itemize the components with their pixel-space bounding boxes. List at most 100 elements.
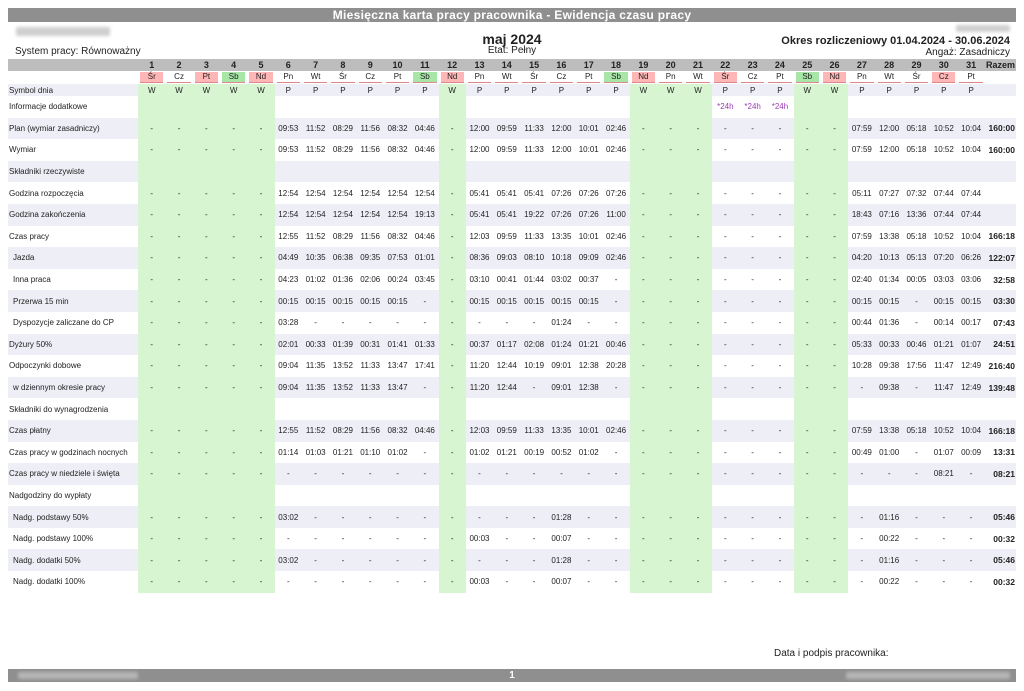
table-cell: 02:46: [606, 231, 627, 241]
table-cell: 10:01: [578, 145, 599, 155]
table-cell: 17:56: [906, 361, 927, 371]
row-total: 00:32: [993, 533, 1015, 544]
table-cell: -: [629, 117, 658, 140]
row-label: Czas pracy: [9, 231, 50, 241]
table-cell: -: [766, 117, 794, 140]
table-cell: -: [793, 139, 821, 161]
table-cell: -: [247, 247, 275, 269]
table-cell: -: [247, 441, 275, 464]
table-cell: -: [575, 506, 603, 528]
table-cell: -: [575, 463, 603, 485]
table-cell: [465, 160, 494, 183]
table-cell: -: [423, 318, 427, 328]
table-cell: -: [793, 203, 821, 226]
table-cell: -: [766, 506, 794, 528]
table-cell: 09:04: [278, 361, 299, 371]
table-cell: [493, 160, 521, 183]
weekday-label: Cz: [358, 72, 382, 83]
table-cell: -: [629, 290, 658, 312]
table-cell: -: [247, 419, 275, 442]
table-cell: 01:16: [875, 506, 903, 528]
table-cell: 07:53: [383, 247, 412, 269]
table-cell: -: [711, 463, 739, 485]
table-cell: -: [711, 376, 739, 399]
table-cell: 11:56: [356, 117, 384, 140]
table-cell: -: [657, 225, 685, 248]
table-cell: -: [793, 225, 821, 248]
table-cell: -: [751, 534, 754, 544]
table-cell: 08:32: [387, 231, 408, 241]
weekday-label: Cz: [549, 72, 574, 83]
table-cell: -: [684, 268, 712, 291]
table-cell: 03:02: [274, 506, 302, 528]
table-cell: 12:00: [469, 145, 490, 155]
table-cell: 07:59: [851, 145, 872, 155]
redacted-footer-left: [18, 672, 138, 679]
table-cell: -: [778, 577, 782, 587]
table-cell: -: [684, 290, 712, 312]
table-cell: [547, 160, 576, 183]
table-cell: -: [438, 506, 466, 528]
table-cell: 12:00: [551, 145, 572, 155]
day-number: 30: [930, 59, 958, 71]
table-cell: -: [220, 549, 248, 572]
table-cell: [903, 485, 930, 507]
row-label: Czas płatny: [8, 419, 139, 442]
table-cell: 01:00: [879, 447, 900, 457]
table-cell: -: [902, 463, 931, 485]
table-cell: -: [793, 419, 821, 442]
table-cell: 01:02: [387, 447, 408, 457]
table-cell: [766, 398, 793, 420]
table-cell: 00:46: [902, 333, 931, 356]
table-cell: [848, 398, 875, 420]
row-label: Jazda: [8, 247, 139, 269]
table-cell: -: [793, 333, 821, 356]
table-cell: -: [657, 333, 685, 356]
weekday-label: Wt: [303, 72, 328, 83]
weekday-label: Śr: [331, 72, 355, 83]
table-cell: -: [657, 441, 685, 464]
table-cell: -: [587, 318, 591, 328]
table-cell: [356, 160, 384, 183]
table-cell: 07:26: [606, 188, 627, 198]
table-cell: -: [657, 571, 685, 593]
table-cell: -: [614, 318, 618, 328]
table-cell: -: [793, 441, 821, 464]
table-cell: 09:09: [575, 247, 603, 269]
signature-label: Data i podpis pracownika:: [774, 648, 889, 659]
table-cell: [575, 160, 603, 183]
table-cell: 00:14: [933, 318, 954, 328]
table-cell: 19:22: [520, 203, 548, 226]
table-cell: -: [684, 247, 712, 269]
table-cell: 00:15: [875, 290, 903, 312]
table-cell: -: [738, 333, 767, 356]
table-cell: -: [751, 275, 754, 285]
table-cell: [466, 398, 493, 420]
table-cell: -: [165, 376, 193, 399]
table-cell: -: [915, 534, 918, 544]
table-cell: 12:44: [496, 361, 517, 371]
table-cell: [848, 160, 876, 183]
table-cell: -: [602, 463, 630, 485]
table-cell: 00:49: [851, 447, 872, 457]
table-cell: -: [138, 441, 166, 464]
table-cell: [876, 485, 903, 507]
table-cell: -: [820, 311, 849, 334]
table-cell: 11:47: [930, 376, 958, 399]
table-cell: -: [411, 290, 439, 312]
table-cell: -: [247, 182, 275, 204]
table-cell: 00:22: [879, 534, 900, 544]
table-cell: 11:56: [356, 419, 384, 442]
table-cell: 10:19: [524, 361, 545, 371]
day-number: 6: [274, 59, 302, 71]
day-number: 10: [383, 59, 412, 71]
table-cell: 07:59: [848, 419, 876, 442]
table-cell: -: [411, 463, 439, 485]
table-cell: 08:10: [520, 247, 548, 269]
table-cell: 00:07: [551, 577, 572, 587]
row-total: 03:30: [984, 290, 1016, 312]
table-cell: 08:32: [387, 145, 408, 155]
table-cell: [766, 160, 794, 183]
table-row: Godzina rozpoczęcia - - - - -12:54 12:54 12:54 1…: [8, 182, 1016, 204]
table-cell: -: [220, 571, 248, 593]
